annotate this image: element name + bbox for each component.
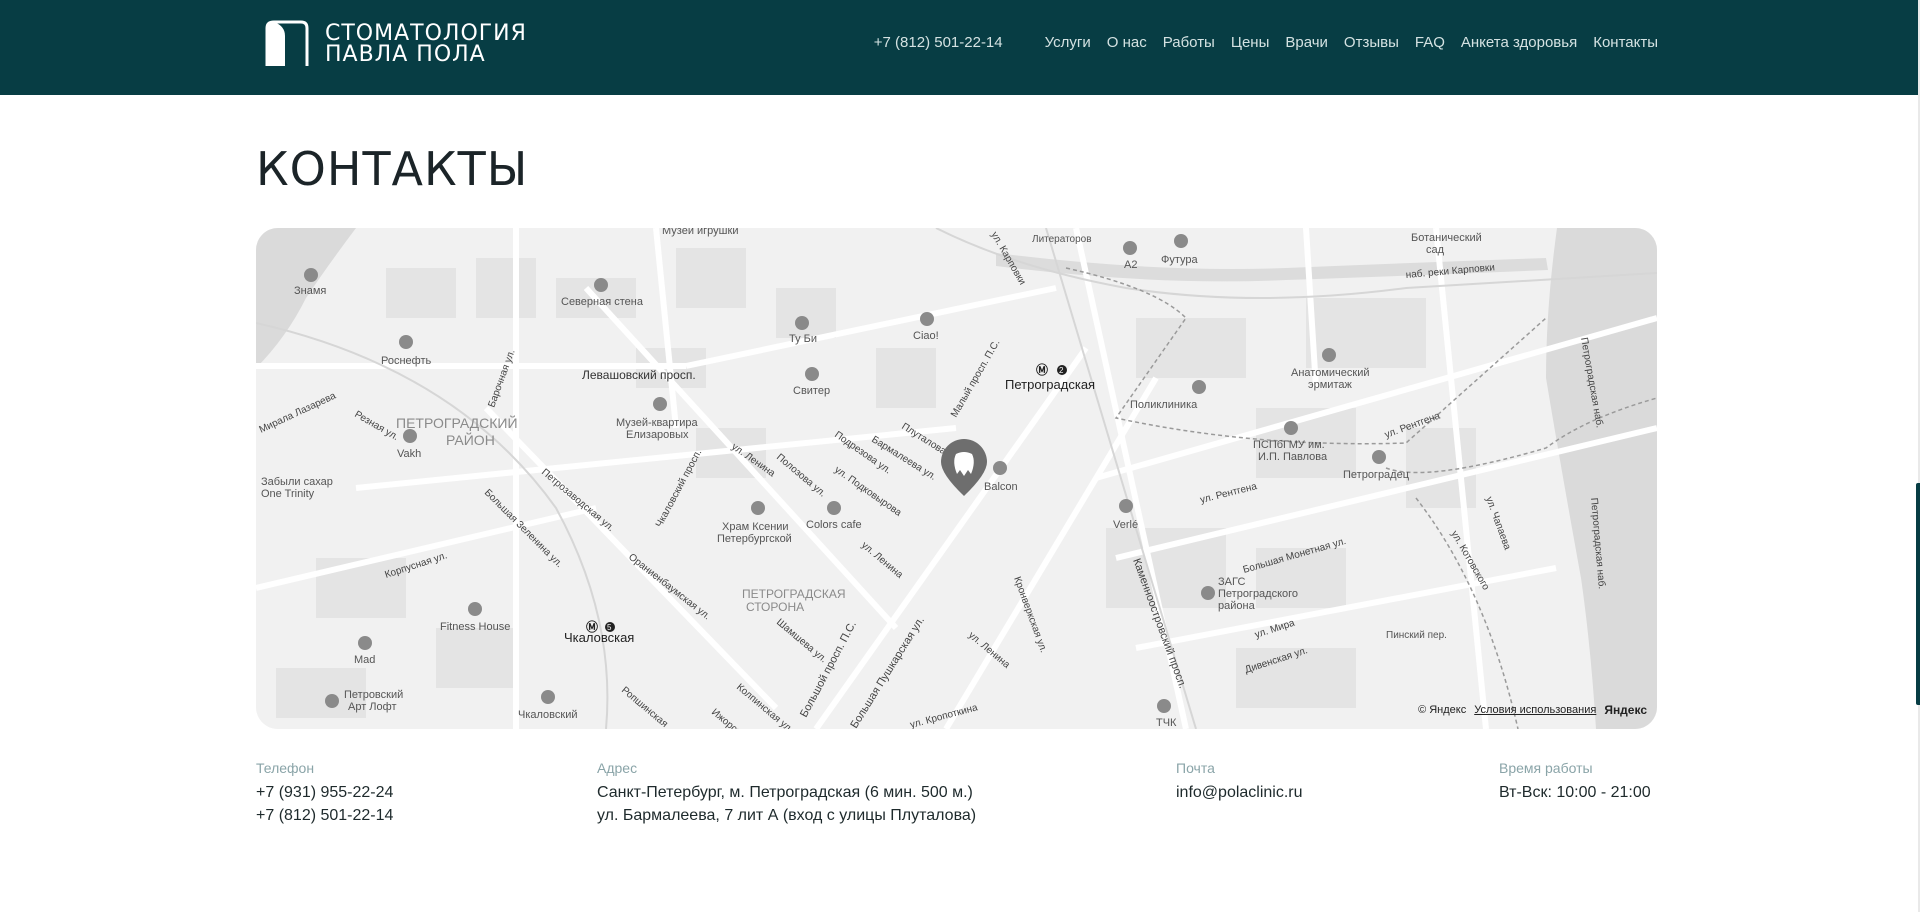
map-label-ciao: Ciao! [913, 330, 939, 342]
map-label-stena: Северная стена [561, 296, 644, 308]
map-label-side2: СТОРОНА [746, 600, 804, 614]
map-label-sad1: Ботанический [1411, 232, 1482, 244]
map-label-chkalovsky: Чкаловский [518, 709, 578, 721]
contact-email-block: Почта info@polaclinic.ru [1176, 760, 1303, 804]
nav-link-health-form[interactable]: Анкета здоровья [1461, 34, 1577, 51]
map-attribution: © Яндекс Условия использования Яндекс [1418, 703, 1647, 717]
map-label-artloft2: Арт Лофт [348, 701, 397, 713]
map-label-side: ПЕТРОГРАДСКАЯ [742, 587, 846, 601]
page-title: КОНТАКТЫ [256, 142, 529, 196]
nav-link-faq[interactable]: FAQ [1415, 34, 1445, 51]
nav-link-services[interactable]: Услуги [1045, 34, 1091, 51]
map-label-petrogradets: Петроградец [1343, 469, 1410, 481]
nav-link-reviews[interactable]: Отзывы [1344, 34, 1399, 51]
phone-value-2[interactable]: +7 (812) 501-22-14 [256, 804, 393, 827]
nav-link-about[interactable]: О нас [1107, 34, 1147, 51]
map-label-muzey1: Музей-квартира [616, 417, 698, 429]
map-label-zabyli2: One Trinity [261, 488, 315, 500]
nav-link-doctors[interactable]: Врачи [1285, 34, 1328, 51]
map-label-muzey2: Елизаровых [626, 429, 689, 441]
map-label-balcon: Balcon [984, 481, 1018, 493]
map-label-sad2: сад [1426, 244, 1445, 256]
logo-text: СТОМАТОЛОГИЯ ПАВЛА ПОЛА [325, 21, 527, 67]
nav-link-prices[interactable]: Цены [1231, 34, 1270, 51]
map-label-tubi: Ту Би [789, 333, 817, 345]
map-label-literatorov: Литераторов [1032, 234, 1092, 245]
header-phone[interactable]: +7 (812) 501-22-14 [874, 34, 1003, 51]
map-label-zags2: Петроградского [1218, 588, 1298, 600]
map-label-colors: Colors cafe [806, 519, 862, 531]
contact-address-block: Адрес Санкт-Петербург, м. Петроградская … [597, 760, 976, 827]
map-label-pspbgmu1: ПСПбГМУ им. [1253, 439, 1325, 451]
map-label-znamya: Знамя [294, 285, 326, 297]
contact-phone-block: Телефон +7 (931) 955-22-24 +7 (812) 501-… [256, 760, 393, 827]
map-label-pspbgmu2: И.П. Павлова [1258, 451, 1328, 463]
map-label-zags3: района [1218, 600, 1256, 612]
hours-value: Вт-Вск: 10:00 - 21:00 [1499, 784, 1651, 801]
map-label-khram1: Храм Ксении [722, 521, 789, 533]
map-label-museum: Музей игрушки [662, 228, 738, 237]
map-label-fitness: Fitness House [440, 621, 510, 633]
map-label-ermitazh2: эрмитаж [1308, 379, 1352, 391]
address-line-1: Санкт-Петербург, м. Петроградская (6 мин… [597, 784, 973, 801]
map-label-metro1: Петроградская [1005, 377, 1095, 392]
yandex-logo[interactable]: Яндекс [1604, 703, 1647, 717]
logo-mark-icon [265, 20, 309, 66]
map-label-pinsky: Пинский пер. [1386, 630, 1447, 641]
site-header: СТОМАТОЛОГИЯ ПАВЛА ПОЛА +7 (812) 501-22-… [0, 0, 1918, 95]
phone-label: Телефон [256, 760, 315, 776]
svg-text:Ⓜ: Ⓜ [1036, 362, 1048, 377]
map-label-zabyli1: Забыли сахар [261, 476, 333, 488]
map-label-ermitazh1: Анатомический [1291, 367, 1369, 379]
nav-link-contacts[interactable]: Контакты [1593, 34, 1658, 51]
map-label-verle: Verlé [1113, 519, 1138, 531]
email-label: Почта [1176, 760, 1215, 776]
map-label-artloft1: Петровский [344, 689, 403, 701]
logo-line-2: ПАВЛА ПОЛА [325, 42, 486, 67]
map-copyright: © Яндекс [1418, 704, 1467, 716]
main-nav: +7 (812) 501-22-14 Услуги О нас Работы Ц… [874, 34, 1658, 51]
map-label-rosneft: Роснефть [381, 355, 432, 367]
map-label-sviter: Свитер [793, 385, 830, 397]
address-label: Адрес [597, 760, 638, 776]
map-label-futura: Футура [1161, 254, 1199, 266]
map-terms-link[interactable]: Условия использования [1474, 704, 1596, 716]
nav-link-works[interactable]: Работы [1163, 34, 1215, 51]
map-label-mad: Mad [354, 654, 375, 666]
yandex-map[interactable]: Музей игрушки Знамя Северная стена Ту Би… [256, 228, 1657, 729]
map-label-district2: РАЙОН [446, 431, 495, 448]
map-label-khram2: Петербургской [717, 533, 792, 545]
email-value[interactable]: info@polaclinic.ru [1176, 781, 1303, 804]
contact-hours-block: Время работы Вт-Вск: 10:00 - 21:00 [1499, 760, 1651, 804]
phone-value-1[interactable]: +7 (931) 955-22-24 [256, 781, 393, 804]
map-label-poliklinika: Поликлиника [1130, 399, 1198, 411]
map-label-levash: Левашовский просп. [582, 368, 696, 382]
map-label-vakh: Vakh [397, 448, 421, 460]
map-label-tchk: ТЧК [1156, 717, 1177, 729]
hours-label: Время работы [1499, 760, 1593, 776]
address-line-2: ул. Бармалеева, 7 лит А (вход с улицы Пл… [597, 807, 977, 824]
map-label-a2: A2 [1124, 259, 1137, 271]
logo[interactable]: СТОМАТОЛОГИЯ ПАВЛА ПОЛА [261, 20, 527, 68]
map-label-district: ПЕТРОГРАДСКИЙ [396, 414, 518, 431]
map-label-zags1: ЗАГС [1218, 576, 1245, 588]
scrollbar-thumb[interactable] [1916, 483, 1920, 705]
metro1-number: 2 [1059, 366, 1064, 375]
map-label-metro2: Чкаловская [564, 630, 634, 645]
logo-line-1: СТОМАТОЛОГИЯ [325, 21, 527, 46]
